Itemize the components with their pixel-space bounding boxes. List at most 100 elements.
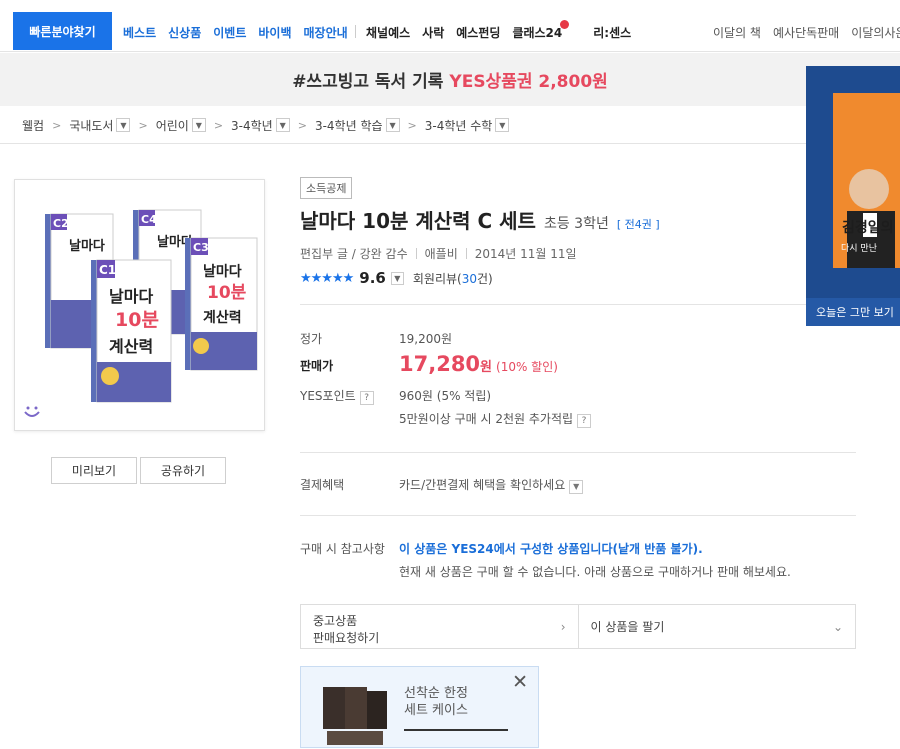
product-meta: 편집부 글 / 강완 감수 애플비 2014년 11월 11일	[300, 245, 860, 262]
main-menu: 베스트 신상품 이벤트 바이백 매장안내	[123, 24, 360, 41]
menu-exclusive[interactable]: 예사단독판매	[773, 24, 839, 41]
smile-logo-icon	[24, 411, 40, 417]
svg-text:C3: C3	[193, 241, 209, 254]
breadcrumb-item[interactable]: 3-4학년 학습	[315, 117, 383, 134]
menu-class24-label: 클래스24	[512, 26, 563, 40]
product-title: 날마다 10분 계산력 C 세트	[300, 209, 536, 233]
used-sale-request-button[interactable]: 중고상품 판매요청하기 ›	[301, 605, 578, 648]
review-link[interactable]: 회원리뷰(30건)	[413, 270, 493, 287]
menu-store[interactable]: 매장안내	[304, 24, 348, 41]
svg-text:날마다: 날마다	[109, 287, 153, 306]
sell-item-label: 이 상품을 팔기	[590, 620, 665, 634]
sell-item-dropdown[interactable]: 이 상품을 팔기 ⌄	[577, 605, 856, 648]
preview-button[interactable]: 미리보기	[51, 457, 137, 484]
product-detail: 소득공제 날마다 10분 계산력 C 세트 초등 3학년 [ 전4권 ] 편집부…	[300, 177, 860, 287]
set-case-promo-popup[interactable]: 선착순 한정 세트 케이스 ✕	[300, 666, 539, 748]
notice-label: 구매 시 참고사항	[300, 542, 385, 556]
breadcrumb: 웰컴 > 국내도서 ▼ > 어린이 ▼ >3-4학년 ▼ >3-4학년 학습 ▼ >3-4학…	[0, 107, 900, 144]
new-badge	[560, 20, 570, 29]
point-label: YES포인트?	[300, 387, 374, 405]
close-icon[interactable]: ✕	[512, 671, 528, 693]
breadcrumb-item[interactable]: 어린이	[156, 117, 189, 134]
publisher[interactable]: 애플비	[425, 245, 458, 262]
share-button[interactable]: 공유하기	[140, 457, 226, 484]
tax-deduction-tag: 소득공제	[300, 177, 353, 199]
chevron-down-icon[interactable]: ▼	[495, 118, 510, 132]
chevron-down-icon[interactable]: ▼	[191, 118, 206, 132]
menu-license[interactable]: 리:센스	[593, 24, 631, 41]
discount-rate: (10% 할인)	[496, 360, 558, 374]
promo-banner[interactable]: #쓰고빙고 독서 기록 YES상품권 2,800원	[0, 53, 900, 106]
list-price-label: 정가	[300, 332, 323, 346]
svg-text:C2: C2	[53, 217, 69, 230]
sale-price-label: 판매가	[300, 359, 334, 373]
menu-yes-funding[interactable]: 예스펀딩	[456, 24, 500, 41]
service-menu: 채널예스 사락 예스펀딩 클래스24 리:센스	[366, 20, 643, 41]
promo-text: #쓰고빙고 독서 기록	[292, 72, 444, 92]
book-set-illustration: C2 날마다 C4 날마다 C3 날마다 10분 계산력 C1 날마다 10분 …	[24, 209, 258, 417]
point-value: 960원 (5% 적립)	[399, 389, 492, 403]
chevron-down-icon[interactable]: ▼	[569, 479, 584, 494]
notice-line-1: 이 상품은 YES24에서 구성한 상품입니다(낱개 반품 불가).	[399, 542, 703, 556]
breadcrumb-item[interactable]: 국내도서	[69, 117, 113, 134]
help-icon[interactable]: ?	[359, 391, 374, 405]
quick-category-button[interactable]: 빠른분야찾기	[13, 12, 112, 50]
menu-event[interactable]: 이벤트	[213, 24, 246, 41]
ad-hide-today-button[interactable]: 오늘은 그만 보기	[806, 298, 900, 326]
chevron-right-icon: >	[297, 118, 307, 132]
payment-value[interactable]: 카드/간편결제 혜택을 확인하세요 ▼	[399, 476, 584, 494]
product-cover-image[interactable]: C2 날마다 C4 날마다 C3 날마다 10분 계산력 C1 날마다 10분 …	[14, 179, 265, 431]
menu-class24[interactable]: 클래스24	[512, 20, 581, 41]
publish-date: 2014년 11월 11일	[474, 247, 577, 261]
chevron-right-icon: >	[52, 118, 62, 132]
menu-new[interactable]: 신상품	[168, 24, 201, 41]
menu-channel-yes[interactable]: 채널예스	[366, 24, 410, 41]
product-subtitle: 초등 3학년	[543, 216, 609, 232]
menu-book-of-month[interactable]: 이달의 책	[713, 24, 761, 41]
chevron-right-icon: ›	[560, 619, 566, 634]
menu-sarak[interactable]: 사락	[422, 24, 444, 41]
payment-label: 결제혜택	[300, 478, 345, 492]
breadcrumb-item[interactable]: 3-4학년	[231, 117, 273, 134]
list-price-value: 19,200원	[399, 332, 453, 346]
svg-text:날마다: 날마다	[69, 238, 105, 254]
used-label-1: 중고상품	[313, 614, 358, 628]
popup-text: 선착순 한정 세트 케이스	[404, 685, 468, 719]
author[interactable]: 편집부 글 / 강완 감수	[300, 245, 408, 262]
menu-divider	[355, 25, 356, 38]
svg-text:10분: 10분	[115, 309, 159, 331]
sale-price-unit: 원	[480, 360, 493, 375]
chevron-right-icon: >	[138, 118, 148, 132]
review-label: 회원리뷰(	[412, 271, 462, 286]
menu-gift[interactable]: 이달의사은	[851, 24, 900, 41]
point-extra: 5만원이상 구매 시 2천원 추가적립?	[399, 410, 592, 428]
side-advertisement[interactable]: 김경일의 다시 만난 오늘은 그만 보기	[806, 66, 900, 326]
chevron-down-icon[interactable]: ▼	[116, 118, 131, 132]
menu-buyback[interactable]: 바이백	[258, 24, 291, 41]
menu-best[interactable]: 베스트	[123, 24, 156, 41]
top-navigation: 빠른분야찾기 베스트 신상품 이벤트 바이백 매장안내 채널예스 사락 예스펀딩…	[0, 0, 900, 52]
svg-text:10분: 10분	[207, 283, 247, 303]
help-icon[interactable]: ?	[577, 414, 592, 428]
svg-text:계산력: 계산력	[203, 309, 242, 326]
breadcrumb-home[interactable]: 웰컴	[22, 117, 44, 134]
book-c3: C3 날마다 10분 계산력	[185, 237, 258, 371]
point-extra-text: 5만원이상 구매 시 2천원 추가적립	[399, 412, 574, 426]
breadcrumb-item[interactable]: 3-4학년 수학	[425, 117, 493, 134]
star-rating-icon: ★★★★★	[300, 270, 354, 286]
divider	[300, 304, 856, 305]
meta-divider	[465, 248, 467, 259]
svg-text:날마다: 날마다	[203, 264, 242, 280]
chevron-down-icon[interactable]: ▼	[390, 271, 404, 285]
chevron-down-icon[interactable]: ▼	[275, 118, 290, 132]
popup-underline	[404, 729, 508, 731]
right-menu: 이달의 책 예사단독판매 이달의사은	[713, 24, 900, 41]
rating-score: 9.6	[359, 269, 386, 287]
chevron-down-icon[interactable]: ▼	[385, 118, 400, 132]
chevron-right-icon: >	[213, 118, 224, 132]
svg-text:C4: C4	[141, 213, 157, 226]
purchase-options: 중고상품 판매요청하기 › 이 상품을 팔기 ⌄	[300, 604, 856, 649]
ad-image: 김경일의 다시 만난	[833, 93, 900, 268]
volume-count[interactable]: [ 전4권 ]	[617, 216, 660, 232]
sale-price-block: 17,280원 (10% 할인)	[399, 352, 558, 376]
